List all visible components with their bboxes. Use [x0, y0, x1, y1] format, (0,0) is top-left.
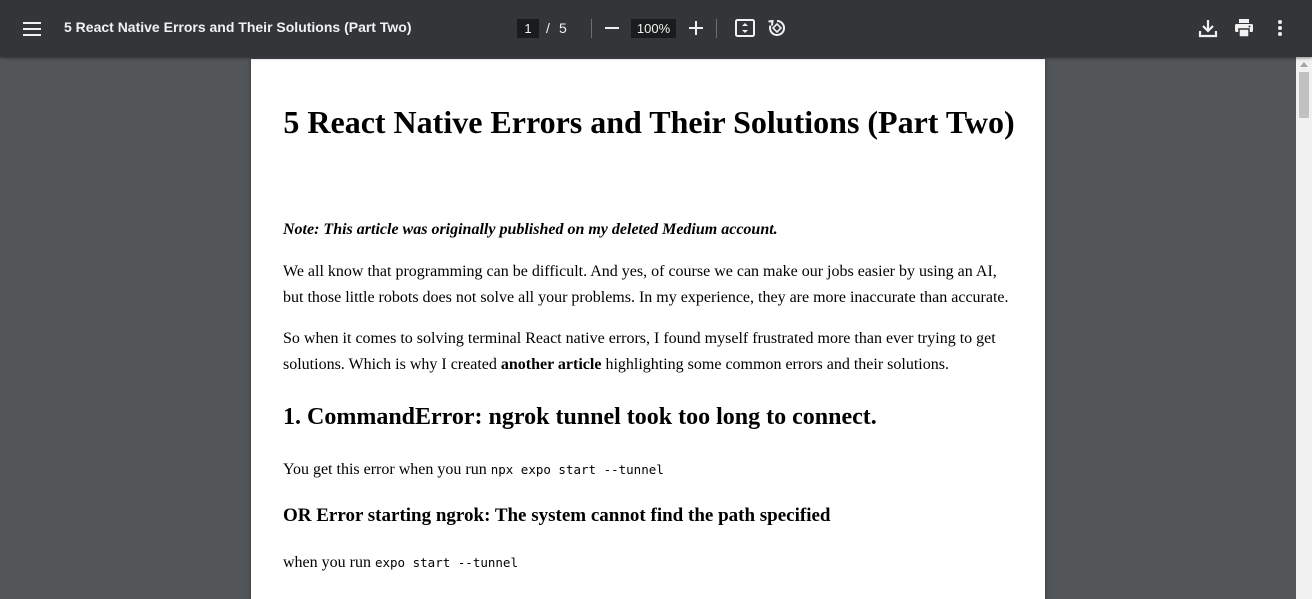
toolbar-divider	[591, 19, 592, 38]
pdf-page: 5 React Native Errors and Their Solution…	[251, 59, 1045, 599]
print-button[interactable]	[1230, 14, 1258, 42]
total-pages: 5	[559, 20, 567, 36]
bold-link-text: another article	[500, 356, 602, 373]
paragraph-text: highlighting some common errors and thei…	[601, 356, 949, 373]
fit-to-page-button[interactable]	[732, 15, 758, 41]
print-icon	[1235, 19, 1253, 37]
paragraph-text: You get this error when you run	[283, 461, 491, 478]
zoom-level-input[interactable]	[631, 19, 676, 38]
document-title: 5 React Native Errors and Their Solution…	[64, 19, 412, 35]
toolbar-divider	[716, 19, 717, 38]
inline-code: expo start --tunnel	[374, 555, 518, 570]
download-icon	[1198, 20, 1218, 38]
download-button[interactable]	[1194, 14, 1222, 42]
more-options-button[interactable]	[1266, 14, 1294, 42]
section-heading: 1. CommandError: ngrok tunnel took too l…	[283, 404, 877, 430]
menu-button[interactable]	[16, 13, 48, 45]
second-paragraph: So when it comes to solving terminal Rea…	[283, 326, 1015, 378]
rotate-button[interactable]	[764, 15, 790, 41]
article-note: Note: This article was originally publis…	[283, 221, 778, 238]
pdf-toolbar: 5 React Native Errors and Their Solution…	[0, 0, 1312, 57]
zoom-in-icon	[689, 21, 703, 35]
vertical-scrollbar[interactable]	[1296, 57, 1312, 599]
menu-icon	[23, 22, 41, 36]
more-vert-icon	[1278, 20, 1282, 36]
scroll-up-arrow-icon	[1300, 61, 1308, 67]
rotate-icon	[768, 19, 786, 36]
zoom-out-icon	[605, 27, 619, 29]
inline-code: npx expo start --tunnel	[490, 462, 664, 477]
paragraph-text: when you run	[283, 554, 375, 571]
zoom-out-button[interactable]	[600, 15, 624, 41]
scrollbar-thumb[interactable]	[1299, 72, 1309, 118]
current-page-input[interactable]	[517, 19, 539, 38]
article-title: 5 React Native Errors and Their Solution…	[283, 104, 1015, 140]
page-separator: /	[546, 20, 550, 36]
command-paragraph: when you run expo start --tunnel	[283, 550, 1015, 576]
pdf-viewer-area[interactable]: 5 React Native Errors and Their Solution…	[0, 57, 1296, 599]
scroll-up-button[interactable]	[1296, 57, 1312, 71]
zoom-in-button[interactable]	[684, 15, 708, 41]
intro-paragraph: We all know that programming can be diff…	[283, 263, 1009, 306]
command-paragraph: You get this error when you run npx expo…	[283, 457, 1015, 483]
fit-to-page-icon	[735, 19, 755, 37]
subsection-heading: OR Error starting ngrok: The system cann…	[283, 505, 831, 526]
